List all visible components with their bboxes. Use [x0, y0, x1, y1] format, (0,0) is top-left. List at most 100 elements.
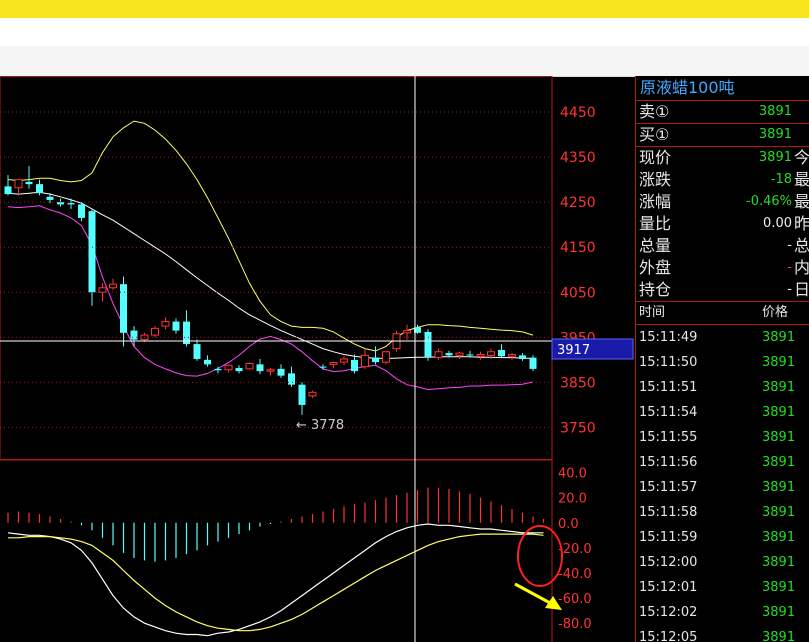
table-row: 15:11:56 3891 [636, 450, 809, 475]
boll-mid-line [7, 191, 534, 360]
candle [78, 202, 85, 222]
quote-row-sell1: 卖① 3891 [636, 101, 809, 124]
quote-value: 3891 [758, 127, 792, 142]
candle [224, 364, 233, 373]
candle [14, 179, 23, 196]
quote-label: 涨跌 [639, 170, 672, 189]
quote-value: 3891 [758, 150, 792, 165]
candle-body [161, 321, 170, 327]
quote-label: 涨幅 [639, 192, 672, 211]
price-tick-label: 4050 [560, 285, 596, 301]
quote-value: -18 [770, 172, 792, 187]
candle [298, 382, 306, 415]
candle-body [109, 283, 117, 289]
candle-body [455, 352, 464, 356]
macd-histogram [7, 487, 545, 562]
tick-time: 15:12:01 [639, 580, 698, 595]
tick-price: 3891 [762, 430, 796, 445]
candle [204, 355, 211, 367]
quote-row-volume: 总量 - 总 [636, 235, 809, 257]
quote-ext: 最 [794, 170, 809, 189]
candle [519, 353, 526, 361]
candle [308, 390, 317, 399]
quote-value: 0.00 [763, 216, 792, 231]
tick-time: 15:11:59 [639, 530, 698, 545]
quote-row-oi: 持仓 - 日 [636, 279, 809, 301]
candle [25, 166, 33, 189]
quote-ext: 日 [794, 280, 809, 299]
quote-label: 外盘 [639, 258, 672, 277]
candle-body [98, 287, 107, 293]
candle-body [403, 330, 411, 334]
candle [266, 367, 275, 376]
tick-price: 3891 [762, 530, 796, 545]
crosshair-price: 3917 [557, 343, 590, 358]
quote-row-buy1: 买① 3891 [636, 124, 809, 147]
quote-label: 现价 [639, 148, 672, 167]
candle-body [424, 331, 432, 358]
candle [529, 355, 537, 372]
candle-body [67, 203, 75, 205]
candle [340, 356, 348, 366]
ticks-header: 时间 价格 [636, 301, 809, 325]
macd-tick-label: 0.0 [558, 517, 579, 532]
macd-dif-line [7, 523, 544, 637]
quote-ext: 最 [794, 192, 809, 211]
main-pane-border [0, 76, 553, 460]
tick-price: 3891 [762, 455, 796, 470]
price-tick-label: 4450 [560, 105, 596, 121]
candle [498, 344, 505, 358]
quote-row-pct: 涨幅 -0.46% 最 [636, 191, 809, 213]
candle [235, 365, 243, 374]
candle [361, 348, 369, 369]
candle-body [130, 330, 138, 340]
candle-body [25, 181, 33, 185]
quote-row-last: 现价 3891 今 [636, 147, 809, 169]
macd-axis: 40.020.00.0-20.0-40.0-60.0-80.0-100.0 [558, 467, 592, 633]
macd-tick-label: -40.0 [558, 567, 592, 582]
candle [36, 179, 43, 196]
quote-panel: 原液蜡100吨 卖① 3891 买① 3891 现价 3891 今 涨跌 -18… [635, 76, 809, 642]
table-row: 15:12:01 3891 [636, 575, 809, 600]
candle [434, 348, 443, 360]
candle-body [508, 353, 516, 357]
candle-body [256, 364, 264, 372]
candle-body [498, 349, 505, 357]
table-row: 15:11:51 3891 [636, 375, 809, 400]
candle-body [351, 359, 358, 372]
candle [214, 366, 222, 374]
kline-chart[interactable]: 44504350425041504050395038503750 40.020.… [0, 76, 635, 642]
candle-body [4, 186, 12, 195]
tick-price: 3891 [762, 580, 796, 595]
table-row: 15:12:02 3891 [636, 600, 809, 625]
candle [351, 354, 358, 374]
tick-price: 3891 [762, 355, 796, 370]
candle-body [277, 368, 285, 376]
candle-body [340, 358, 348, 363]
candle-body [224, 364, 233, 371]
tick-price: 3891 [762, 605, 796, 620]
quote-ext: 今 [794, 148, 809, 167]
candle [109, 278, 117, 291]
candle [476, 351, 485, 360]
candles [4, 166, 537, 415]
tick-time: 15:11:56 [639, 455, 698, 470]
candle-body [120, 284, 127, 333]
table-row: 15:12:05 3891 [636, 625, 809, 642]
tick-time: 15:11:50 [639, 355, 698, 370]
candle-body [266, 369, 275, 372]
candle-body [245, 362, 254, 370]
tick-time: 15:11:57 [639, 480, 698, 495]
candle-body [151, 327, 159, 336]
candle-body [78, 204, 85, 218]
chart-overlay: 3917 ← 3778 [0, 76, 634, 642]
tick-price: 3891 [762, 380, 796, 395]
table-row: 15:12:00 3891 [636, 550, 809, 575]
candle [4, 175, 12, 196]
price-tick-label: 4350 [560, 150, 596, 166]
secondary-toolbar [0, 46, 809, 77]
ticks-list[interactable]: 15:11:49 3891 15:11:50 3891 15:11:51 3891 15:1… [636, 325, 809, 642]
candle [455, 351, 464, 359]
candle [67, 198, 75, 209]
macd-tick-label: -80.0 [558, 617, 592, 632]
